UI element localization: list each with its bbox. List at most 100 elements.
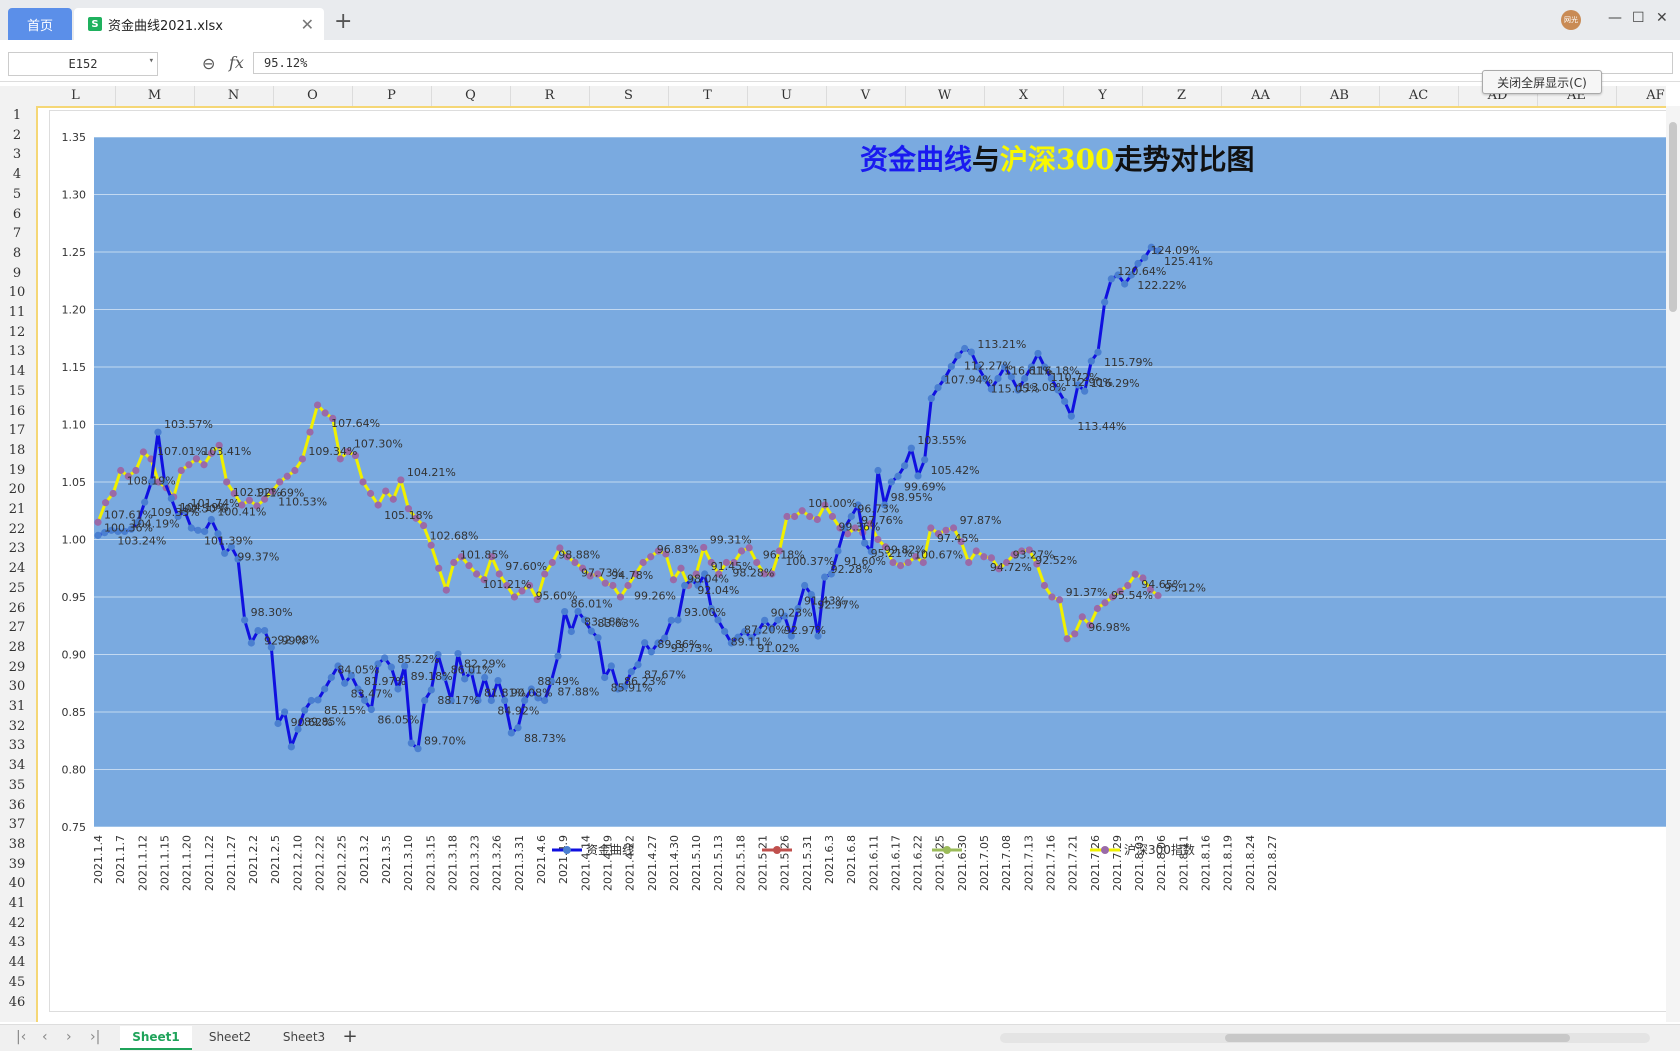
column-header-aa[interactable]: AA [1221,86,1301,106]
row-header-32[interactable]: 32 [0,717,34,736]
row-header-27[interactable]: 27 [0,618,34,637]
row-header-22[interactable]: 22 [0,520,34,539]
horizontal-scroll-thumb[interactable] [1225,1034,1570,1042]
row-header-30[interactable]: 30 [0,677,34,696]
column-header-ab[interactable]: AB [1300,86,1380,106]
row-header-16[interactable]: 16 [0,402,34,421]
maximize-icon[interactable]: ☐ [1632,10,1645,26]
row-header-5[interactable]: 5 [0,185,34,204]
row-header-43[interactable]: 43 [0,933,34,952]
column-header-z[interactable]: Z [1142,86,1222,106]
row-header-4[interactable]: 4 [0,165,34,184]
row-header-14[interactable]: 14 [0,362,34,381]
exit-fullscreen-button[interactable]: 关闭全屏显示(C) [1482,70,1602,94]
legend-marker [1101,846,1109,854]
column-header-t[interactable]: T [668,86,748,106]
column-header-ac[interactable]: AC [1379,86,1459,106]
row-header-37[interactable]: 37 [0,815,34,834]
row-header-39[interactable]: 39 [0,855,34,874]
row-header-19[interactable]: 19 [0,461,34,480]
row-header-20[interactable]: 20 [0,480,34,499]
close-icon[interactable]: ✕ [301,15,314,34]
column-header-n[interactable]: N [194,86,274,106]
column-header-u[interactable]: U [747,86,827,106]
row-header-45[interactable]: 45 [0,973,34,992]
hs300-point [1078,613,1086,621]
hs300-point [276,478,284,486]
chevron-down-icon[interactable]: ▾ [149,56,154,66]
row-header-26[interactable]: 26 [0,599,34,618]
fund-point [601,673,609,682]
tab-home[interactable]: 首页 [8,8,72,40]
row-header-6[interactable]: 6 [0,205,34,224]
column-header-y[interactable]: Y [1063,86,1143,106]
row-header-40[interactable]: 40 [0,874,34,893]
row-header-46[interactable]: 46 [0,993,34,1012]
add-tab-icon[interactable]: + [334,9,352,34]
row-header-1[interactable]: 1 [0,106,34,125]
row-header-8[interactable]: 8 [0,244,34,263]
zoom-icon[interactable]: ⊖ [202,54,215,73]
row-header-2[interactable]: 2 [0,126,34,145]
column-header-w[interactable]: W [905,86,985,106]
row-header-28[interactable]: 28 [0,638,34,657]
fund-point [221,549,229,557]
sheet-tab-3[interactable]: Sheet3 [268,1026,340,1048]
column-header-l[interactable]: L [36,86,116,106]
column-header-q[interactable]: Q [431,86,511,106]
row-header-33[interactable]: 33 [0,736,34,755]
sheet-tab-1[interactable]: Sheet1 [120,1026,192,1050]
function-icon[interactable]: fx [229,53,244,72]
row-header-35[interactable]: 35 [0,776,34,795]
row-header-36[interactable]: 36 [0,796,34,815]
formula-input[interactable]: 95.12% [253,52,1673,74]
tab-file[interactable]: S 资金曲线2021.xlsx ✕ [74,8,324,40]
row-header-34[interactable]: 34 [0,756,34,775]
row-header-25[interactable]: 25 [0,579,34,598]
column-header-r[interactable]: R [510,86,590,106]
hs300-point [185,461,193,469]
row-header-12[interactable]: 12 [0,323,34,342]
row-header-7[interactable]: 7 [0,224,34,243]
last-sheet-icon[interactable]: ›| [90,1029,100,1045]
minimize-icon[interactable]: — [1608,10,1622,26]
row-header-31[interactable]: 31 [0,697,34,716]
fund-point [934,383,942,392]
column-header-v[interactable]: V [826,86,906,106]
row-header-11[interactable]: 11 [0,303,34,322]
column-header-p[interactable]: P [352,86,432,106]
chart-container[interactable]: 1.35 1.30 1.25 1.20 1.15 1.10 1.05 1.00 0.95 0.90… [49,110,1668,1012]
row-header-41[interactable]: 41 [0,894,34,913]
column-header-s[interactable]: S [589,86,669,106]
window-close-icon[interactable]: ✕ [1656,10,1668,26]
row-header-13[interactable]: 13 [0,342,34,361]
row-header-23[interactable]: 23 [0,539,34,558]
add-sheet-icon[interactable]: + [340,1026,360,1048]
hs300-point [442,586,450,594]
select-all-corner[interactable] [0,86,36,106]
row-header-38[interactable]: 38 [0,835,34,854]
row-header-15[interactable]: 15 [0,382,34,401]
row-header-9[interactable]: 9 [0,264,34,283]
avatar[interactable]: 网光 [1561,10,1581,30]
name-box[interactable]: E152 ▾ [8,52,158,76]
vertical-scroll-thumb[interactable] [1669,122,1677,312]
column-header-af[interactable]: AF [1616,86,1680,106]
row-header-18[interactable]: 18 [0,441,34,460]
column-header-o[interactable]: O [273,86,353,106]
row-header-10[interactable]: 10 [0,283,34,302]
sheet-tab-2[interactable]: Sheet2 [194,1026,266,1048]
next-sheet-icon[interactable]: › [66,1029,72,1045]
row-header-42[interactable]: 42 [0,914,34,933]
x-tick-label: 2021.1.4 [92,835,105,884]
column-header-m[interactable]: M [115,86,195,106]
row-header-24[interactable]: 24 [0,559,34,578]
row-header-21[interactable]: 21 [0,500,34,519]
column-header-x[interactable]: X [984,86,1064,106]
first-sheet-icon[interactable]: |‹ [16,1029,26,1045]
row-header-44[interactable]: 44 [0,953,34,972]
row-header-17[interactable]: 17 [0,421,34,440]
row-header-29[interactable]: 29 [0,658,34,677]
row-header-3[interactable]: 3 [0,145,34,164]
prev-sheet-icon[interactable]: ‹ [42,1029,48,1045]
